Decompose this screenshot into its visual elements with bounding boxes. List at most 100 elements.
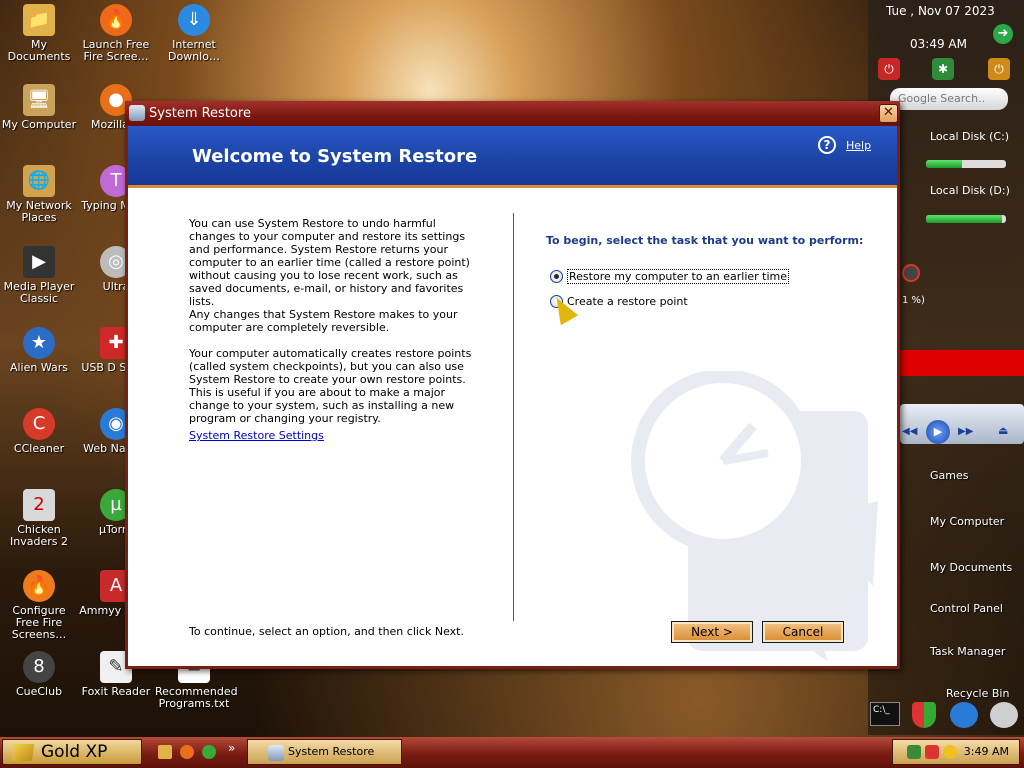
desktop-icon-label: Chicken Invaders 2 bbox=[10, 523, 68, 548]
ccleaner-icon: C bbox=[23, 408, 55, 440]
taskbar-item-label: System Restore bbox=[288, 745, 375, 758]
system-tray: 3:49 AM bbox=[892, 739, 1020, 765]
start-label: Gold XP bbox=[41, 742, 108, 762]
desktop-icon-cueclub[interactable]: 8 CueClub bbox=[0, 651, 78, 698]
desktop-icon-label: Configure Free Fire Screens… bbox=[11, 604, 67, 641]
cancel-button[interactable]: Cancel bbox=[762, 621, 844, 643]
sidebar-link-control-panel[interactable]: Control Panel bbox=[930, 602, 1003, 615]
disk-c-usage-fill bbox=[926, 160, 962, 168]
cueclub-icon: 8 bbox=[23, 651, 55, 683]
radio-restore-earlier-time[interactable] bbox=[550, 270, 563, 283]
tray-alert-icon[interactable] bbox=[943, 745, 957, 759]
taskbar: Gold XP » System Restore 3:49 AM bbox=[0, 737, 1024, 768]
desktop-icon-configure-fire-screens[interactable]: 🔥 Configure Free Fire Screens… bbox=[0, 570, 78, 641]
play-icon[interactable]: ▶ bbox=[926, 420, 950, 444]
folder-icon: 📁 bbox=[23, 4, 55, 36]
close-button[interactable]: ✕ bbox=[879, 104, 898, 123]
task-heading: To begin, select the task that you want … bbox=[546, 234, 864, 247]
desktop-icon-label: Alien Wars bbox=[9, 361, 69, 374]
desktop-icon-media-player-classic[interactable]: ▶ Media Player Classic bbox=[0, 246, 78, 305]
command-prompt-icon[interactable]: C:\_ bbox=[870, 702, 900, 726]
desktop-icon-label: Recommended Programs.txt bbox=[155, 685, 238, 710]
desktop-icon-alien-wars[interactable]: ★ Alien Wars bbox=[0, 327, 78, 374]
sidebar-link-my-documents[interactable]: My Documents bbox=[930, 561, 1012, 574]
desktop-icon-my-documents[interactable]: 📁 My Documents bbox=[0, 4, 78, 63]
sidebar-quick-icons: C:\_ bbox=[868, 700, 1024, 734]
desktop-icon-label: My Computer bbox=[1, 118, 77, 131]
desktop-icon-my-network-places[interactable]: 🌐 My Network Places bbox=[0, 165, 78, 224]
network-globe-icon[interactable] bbox=[950, 702, 978, 728]
sidebar-link-recycle-bin[interactable]: Recycle Bin bbox=[946, 687, 1009, 700]
footer-instruction: To continue, select an option, and then … bbox=[189, 625, 464, 638]
window-titlebar[interactable]: System Restore ✕ bbox=[125, 101, 900, 126]
sidebar-date: Tue , Nov 07 2023 bbox=[886, 4, 995, 18]
system-restore-settings-link[interactable]: System Restore Settings bbox=[189, 429, 324, 442]
google-search-input[interactable]: Google Search.. bbox=[890, 88, 1008, 110]
disk-d-usage-fill bbox=[926, 215, 1002, 223]
desktop-icon-label: Foxit Reader bbox=[81, 685, 151, 698]
next-button[interactable]: Next > bbox=[671, 621, 753, 643]
cpu-readout: 1 %) bbox=[902, 295, 925, 306]
desktop-icon-my-computer[interactable]: 🖥 My Computer bbox=[0, 84, 78, 131]
checkpoints-paragraph: Your computer automatically creates rest… bbox=[189, 347, 472, 425]
quicklaunch-utorrent-icon[interactable] bbox=[202, 745, 216, 759]
option-restore-earlier-time[interactable]: Restore my computer to an earlier time bbox=[550, 269, 790, 284]
wizard-header: Welcome to System Restore ? Help bbox=[128, 126, 897, 188]
desktop-icon-label: CCleaner bbox=[13, 442, 65, 455]
desktop-icon-ccleaner[interactable]: C CCleaner bbox=[0, 408, 78, 455]
help-icon[interactable]: ? bbox=[818, 136, 836, 154]
start-flag-icon bbox=[11, 744, 35, 761]
media-player-icon: ▶ bbox=[23, 246, 55, 278]
tray-shield-icon[interactable] bbox=[925, 745, 939, 759]
wizard-body: You can use System Restore to undo harmf… bbox=[128, 191, 897, 666]
arrow-right-icon[interactable]: ➜ bbox=[993, 24, 1013, 44]
sidebar-link-task-manager[interactable]: Task Manager bbox=[930, 645, 1005, 658]
quicklaunch-overflow-icon[interactable]: » bbox=[228, 741, 235, 755]
system-restore-icon bbox=[129, 105, 145, 121]
vertical-divider bbox=[513, 213, 514, 621]
alien-wars-icon: ★ bbox=[23, 327, 55, 359]
tray-network-icon[interactable] bbox=[907, 745, 921, 759]
help-link[interactable]: Help bbox=[846, 139, 871, 152]
refresh-icon[interactable]: ✱ bbox=[932, 58, 954, 80]
option-label[interactable]: Create a restore point bbox=[567, 295, 688, 308]
sidebar-link-my-computer[interactable]: My Computer bbox=[930, 515, 1004, 528]
window-title: System Restore bbox=[149, 106, 251, 121]
desktop-icon-label: My Network Places bbox=[6, 199, 72, 224]
chicken-icon: 2 bbox=[23, 489, 55, 521]
gauge-icon bbox=[902, 264, 920, 282]
tray-clock[interactable]: 3:49 AM bbox=[964, 740, 1009, 764]
desktop-icon-chicken-invaders[interactable]: 2 Chicken Invaders 2 bbox=[0, 489, 78, 548]
disk-d-usage-bar bbox=[926, 215, 1006, 223]
desktop-icon-internet-download-manager[interactable]: ⇓ Internet Downlo… bbox=[155, 4, 233, 63]
sidebar-time: 03:49 AM bbox=[910, 37, 967, 51]
power-icon[interactable]: ⏻ bbox=[878, 58, 900, 80]
computer-icon: 🖥 bbox=[23, 84, 55, 116]
option-label[interactable]: Restore my computer to an earlier time bbox=[567, 269, 790, 284]
fire-icon: 🔥 bbox=[23, 570, 55, 602]
desktop-icon-label: CueClub bbox=[15, 685, 63, 698]
speaker-icon[interactable] bbox=[990, 702, 1018, 728]
intro-paragraph: You can use System Restore to undo harmf… bbox=[189, 217, 470, 308]
disk-d-label: Local Disk (D:) bbox=[930, 184, 1010, 197]
desktop-icon-label: Media Player Classic bbox=[3, 280, 75, 305]
quicklaunch-firefox-icon[interactable] bbox=[180, 745, 194, 759]
system-restore-window: System Restore ✕ Welcome to System Resto… bbox=[125, 101, 900, 669]
network-icon: 🌐 bbox=[23, 165, 55, 197]
start-button[interactable]: Gold XP bbox=[2, 739, 142, 765]
quicklaunch-folder-icon[interactable] bbox=[158, 745, 172, 759]
sidebar-link-games[interactable]: Games bbox=[930, 469, 968, 482]
disk-c-usage-bar bbox=[926, 160, 1006, 168]
eject-icon[interactable]: ⏏ bbox=[998, 424, 1008, 437]
page-title: Welcome to System Restore bbox=[192, 146, 478, 167]
security-shield-icon[interactable] bbox=[912, 702, 936, 728]
desktop-icon-label: Launch Free Fire Scree… bbox=[82, 38, 150, 63]
desktop-icon-launch-fire-screensaver[interactable]: 🔥 Launch Free Fire Scree… bbox=[77, 4, 155, 63]
shutdown-icon[interactable]: ⏻ bbox=[988, 58, 1010, 80]
fast-forward-icon[interactable]: ▶▶ bbox=[958, 426, 973, 437]
desktop-icon-label: Internet Downlo… bbox=[168, 38, 220, 63]
fire-icon: 🔥 bbox=[100, 4, 132, 36]
rewind-icon[interactable]: ◀◀ bbox=[902, 426, 917, 437]
reversible-paragraph: Any changes that System Restore makes to… bbox=[189, 308, 458, 334]
taskbar-item-system-restore[interactable]: System Restore bbox=[247, 739, 402, 765]
